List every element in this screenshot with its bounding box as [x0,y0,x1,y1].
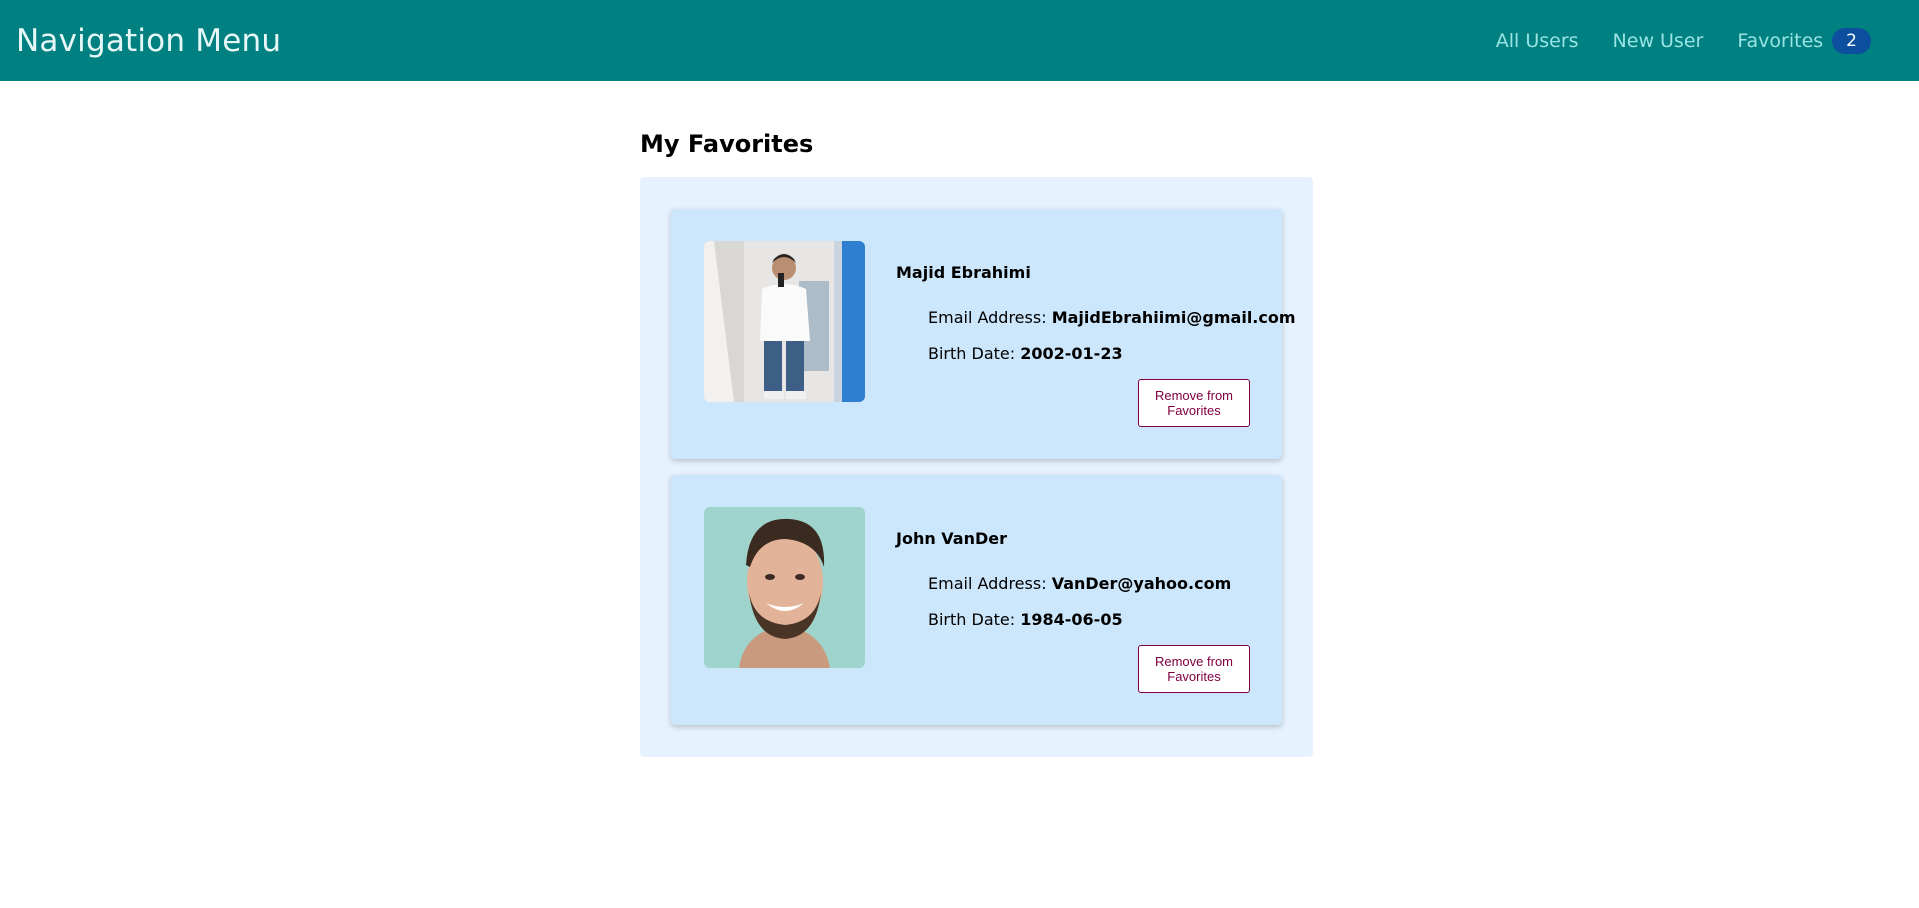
birth-date-row: Birth Date: 1984-06-05 [928,610,1252,629]
email-row: Email Address: VanDer@yahoo.com [928,574,1252,593]
favorites-list: Majid Ebrahimi Email Address: MajidEbrah… [640,177,1313,757]
remove-from-favorites-button[interactable]: Remove from Favorites [1138,645,1250,693]
birth-date-label: Birth Date: [928,344,1016,363]
navbar: Navigation Menu All Users New User Favor… [0,0,1919,81]
nav-links: All Users New User Favorites 2 [1462,27,1871,54]
email-label: Email Address: [928,574,1047,593]
avatar-photo [704,241,865,402]
brand-title[interactable]: Navigation Menu [16,23,281,59]
user-name: John VanDer [896,529,1008,548]
favorites-count-badge: 2 [1832,27,1871,54]
favorite-card: Majid Ebrahimi Email Address: MajidEbrah… [671,209,1296,459]
user-name: Majid Ebrahimi [896,263,1031,282]
user-info: Majid Ebrahimi Email Address: MajidEbrah… [896,263,1296,380]
birth-date-value: 2002-01-23 [1020,344,1123,363]
favorite-card: John VanDer Email Address: VanDer@yahoo.… [671,475,1282,725]
nav-link-all-users[interactable]: All Users [1496,30,1579,52]
page-title: My Favorites [640,130,814,158]
birth-date-value: 1984-06-05 [1020,610,1123,629]
email-row: Email Address: MajidEbrahiimi@gmail.com [928,308,1296,327]
birth-date-label: Birth Date: [928,610,1016,629]
remove-from-favorites-button[interactable]: Remove from Favorites [1138,379,1250,427]
main-content: My Favorites Majid Ebrahimi Email Addres… [640,130,1313,757]
nav-link-favorites-label: Favorites [1737,29,1824,52]
email-value: VanDer@yahoo.com [1051,574,1232,593]
avatar-photo [704,507,865,668]
nav-link-new-user[interactable]: New User [1613,30,1704,52]
nav-link-favorites[interactable]: Favorites 2 [1737,27,1871,54]
email-label: Email Address: [928,308,1047,327]
birth-date-row: Birth Date: 2002-01-23 [928,344,1252,363]
email-value: MajidEbrahiimi@gmail.com [1051,308,1296,327]
user-info: John VanDer Email Address: VanDer@yahoo.… [896,529,1252,646]
